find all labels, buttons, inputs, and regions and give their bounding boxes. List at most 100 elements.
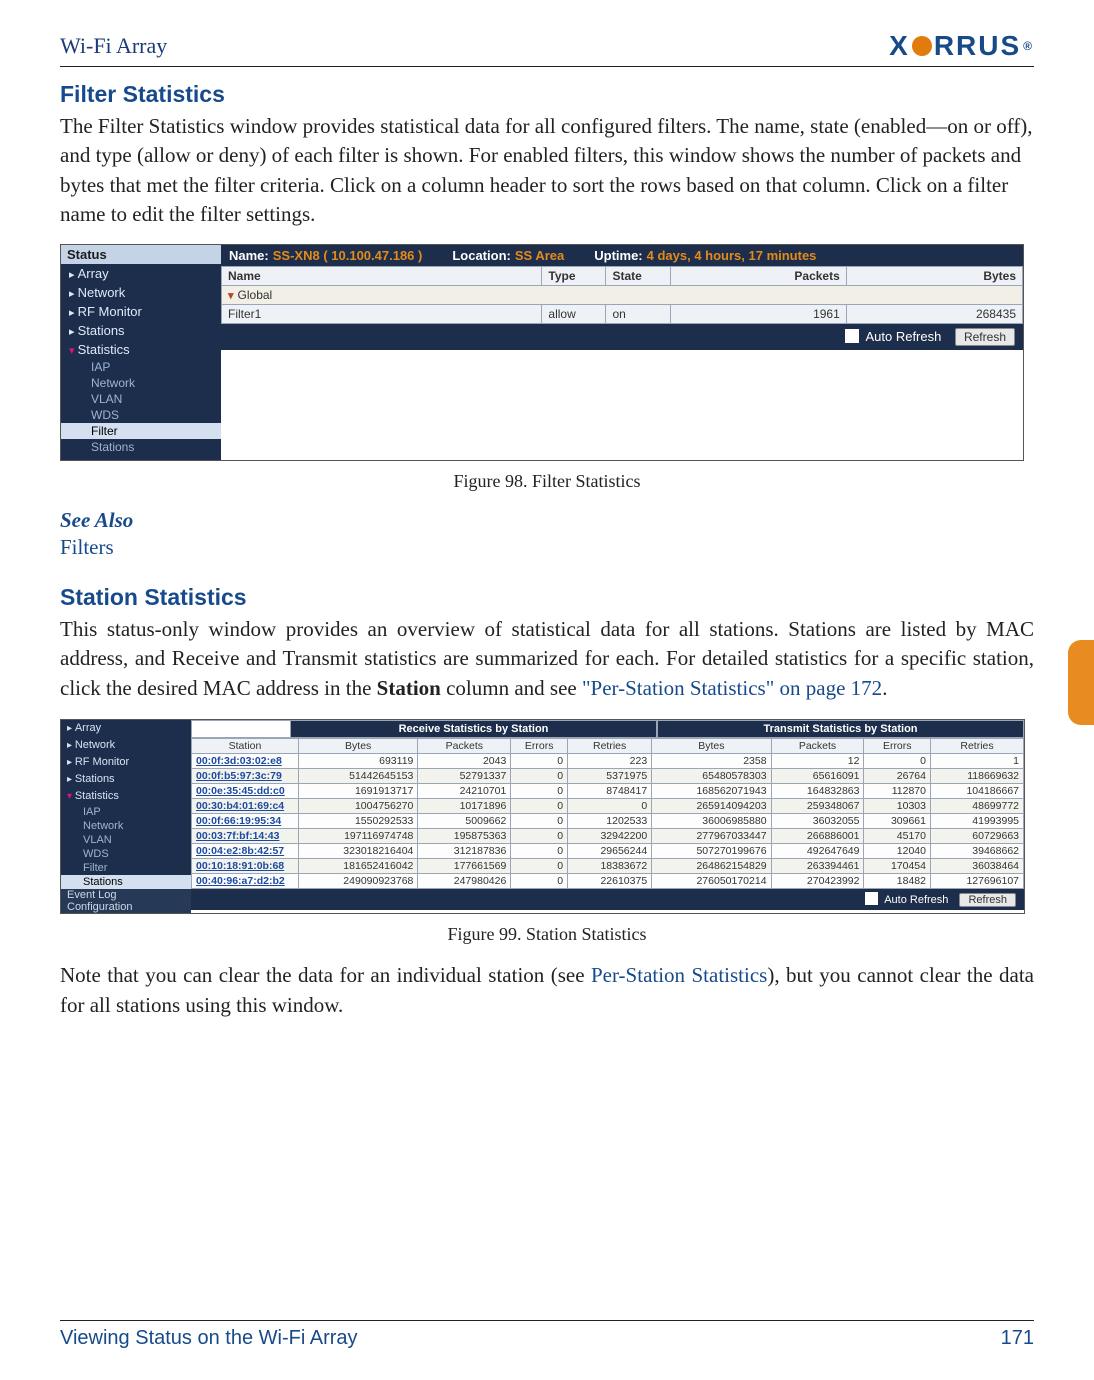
sidebar-sub-network[interactable]: Network — [61, 375, 221, 391]
fig99-refresh-bar: Auto Refresh Refresh — [191, 889, 1024, 910]
fig99-sidebar-sub-filter[interactable]: Filter — [61, 861, 191, 875]
fig99-sidebar-item-array[interactable]: Array — [61, 720, 191, 737]
fig99-sidebar-item-stations[interactable]: Stations — [61, 771, 191, 788]
stat-cell: 65480578303 — [652, 769, 771, 784]
station-mac-link[interactable]: 00:0f:66:19:95:34 — [192, 814, 299, 829]
fig99-sidebar-sub-stations[interactable]: Stations — [61, 875, 191, 889]
sidebar-status-header[interactable]: Status — [61, 245, 221, 264]
fig99-sidebar-item-statistics[interactable]: Statistics — [61, 788, 191, 805]
stat-cell: 181652416042 — [299, 859, 418, 874]
fig99-sidebar-event-log[interactable]: Event Log — [61, 889, 191, 901]
fig99-sidebar-sub-iap[interactable]: IAP — [61, 805, 191, 819]
stat-cell: 39468662 — [930, 844, 1023, 859]
footer-page-number: 171 — [1001, 1327, 1034, 1350]
stat-cell: 270423992 — [771, 874, 864, 889]
fig99-sidebar-sub-network[interactable]: Network — [61, 819, 191, 833]
fig99-sidebar-item-network[interactable]: Network — [61, 737, 191, 754]
fig98-sidebar: Status Array Network RF Monitor Stations… — [61, 245, 221, 460]
fig99-sidebar-configuration[interactable]: Configuration — [61, 901, 191, 913]
page-header: Wi-Fi Array XRRUS® — [60, 30, 1034, 67]
fig99-auto-refresh-checkbox[interactable] — [865, 892, 878, 905]
station-mac-link[interactable]: 00:40:96:a7:d2:b2 — [192, 874, 299, 889]
stat-cell: 1691913717 — [299, 784, 418, 799]
sidebar-sub-filter[interactable]: Filter — [61, 423, 221, 439]
note-per-station-link[interactable]: Per-Station Statistics — [591, 963, 767, 987]
station-mac-link[interactable]: 00:30:b4:01:69:c4 — [192, 799, 299, 814]
stat-cell: 693119 — [299, 754, 418, 769]
station-mac-link[interactable]: 00:0e:35:45:dd:c0 — [192, 784, 299, 799]
stat-cell: 12040 — [864, 844, 931, 859]
station-mac-link[interactable]: 00:0f:b5:97:3c:79 — [192, 769, 299, 784]
station-mac-link[interactable]: 00:03:7f:bf:14:43 — [192, 829, 299, 844]
station-mac-link[interactable]: 00:0f:3d:03:02:e8 — [192, 754, 299, 769]
sidebar-sub-stations[interactable]: Stations — [61, 439, 221, 455]
stat-cell: 51442645153 — [299, 769, 418, 784]
sidebar-sub-wds[interactable]: WDS — [61, 407, 221, 423]
see-also-heading: See Also — [60, 508, 1034, 533]
fig99-col-rx-bytes[interactable]: Bytes — [299, 739, 418, 754]
row-global[interactable]: ▾Global — [222, 285, 1023, 304]
sidebar-item-network[interactable]: Network — [61, 283, 221, 302]
fig99-sidebar-item-rf-monitor[interactable]: RF Monitor — [61, 754, 191, 771]
sidebar-sub-iap[interactable]: IAP — [61, 359, 221, 375]
station-mac-link[interactable]: 00:10:18:91:0b:68 — [192, 859, 299, 874]
sidebar-item-rf-monitor[interactable]: RF Monitor — [61, 302, 221, 321]
stat-cell: 41993995 — [930, 814, 1023, 829]
col-type[interactable]: Type — [542, 266, 606, 285]
col-bytes[interactable]: Bytes — [846, 266, 1022, 285]
see-also-link-filters[interactable]: Filters — [60, 533, 1034, 562]
sidebar-item-statistics[interactable]: Statistics — [61, 340, 221, 359]
stat-cell: 1550292533 — [299, 814, 418, 829]
stat-cell: 177661569 — [418, 859, 511, 874]
station-bold-word: Station — [377, 676, 441, 700]
sidebar-item-array[interactable]: Array — [61, 264, 221, 283]
station-statistics-paragraph: This status-only window provides an over… — [60, 615, 1034, 703]
stat-cell: 0 — [864, 754, 931, 769]
filter-state-cell: on — [606, 304, 670, 323]
stat-cell: 32942200 — [568, 829, 652, 844]
stat-cell: 1 — [930, 754, 1023, 769]
stat-cell: 127696107 — [930, 874, 1023, 889]
stat-cell: 45170 — [864, 829, 931, 844]
stat-cell: 277967033447 — [652, 829, 771, 844]
stat-cell: 264862154829 — [652, 859, 771, 874]
stat-cell: 309661 — [864, 814, 931, 829]
table-row: 00:10:18:91:0b:6818165241604217766156901… — [192, 859, 1024, 874]
col-state[interactable]: State — [606, 266, 670, 285]
fig99-col-tx-errors[interactable]: Errors — [864, 739, 931, 754]
fig99-col-rx-packets[interactable]: Packets — [418, 739, 511, 754]
per-station-stats-link[interactable]: "Per-Station Statistics" on page 172 — [582, 676, 882, 700]
filter-name-cell[interactable]: Filter1 — [222, 304, 542, 323]
stat-cell: 492647649 — [771, 844, 864, 859]
filter-type-cell: allow — [542, 304, 606, 323]
fig99-tx-header: Transmit Statistics by Station — [657, 720, 1024, 738]
fig99-sidebar-sub-vlan[interactable]: VLAN — [61, 833, 191, 847]
fig99-refresh-button[interactable]: Refresh — [959, 893, 1016, 907]
fig99-col-rx-errors[interactable]: Errors — [511, 739, 568, 754]
figure-99-station-statistics: Array Network RF Monitor Stations Statis… — [60, 719, 1025, 914]
fig99-col-rx-retries[interactable]: Retries — [568, 739, 652, 754]
fig99-col-tx-bytes[interactable]: Bytes — [652, 739, 771, 754]
auto-refresh-checkbox[interactable] — [845, 329, 859, 343]
fig99-col-tx-retries[interactable]: Retries — [930, 739, 1023, 754]
stat-cell: 168562071943 — [652, 784, 771, 799]
fig99-sidebar-sub-wds[interactable]: WDS — [61, 847, 191, 861]
sidebar-item-stations[interactable]: Stations — [61, 321, 221, 340]
fig99-col-tx-packets[interactable]: Packets — [771, 739, 864, 754]
col-packets[interactable]: Packets — [670, 266, 846, 285]
table-row: 00:30:b4:01:69:c410047562701017189600265… — [192, 799, 1024, 814]
stat-cell: 2358 — [652, 754, 771, 769]
fig99-col-station[interactable]: Station — [192, 739, 299, 754]
stat-cell: 8748417 — [568, 784, 652, 799]
fig99-table: Station Bytes Packets Errors Retries Byt… — [191, 738, 1024, 889]
col-name[interactable]: Name — [222, 266, 542, 285]
refresh-button[interactable]: Refresh — [955, 328, 1015, 346]
page-footer: Viewing Status on the Wi-Fi Array 171 — [60, 1320, 1034, 1350]
stat-cell: 60729663 — [930, 829, 1023, 844]
stat-cell: 323018216404 — [299, 844, 418, 859]
sidebar-sub-vlan[interactable]: VLAN — [61, 391, 221, 407]
station-mac-link[interactable]: 00:04:e2:8b:42:57 — [192, 844, 299, 859]
table-row: 00:0e:35:45:dd:c016919137172421070108748… — [192, 784, 1024, 799]
stat-cell: 2043 — [418, 754, 511, 769]
title-location-value: SS Area — [515, 248, 564, 263]
